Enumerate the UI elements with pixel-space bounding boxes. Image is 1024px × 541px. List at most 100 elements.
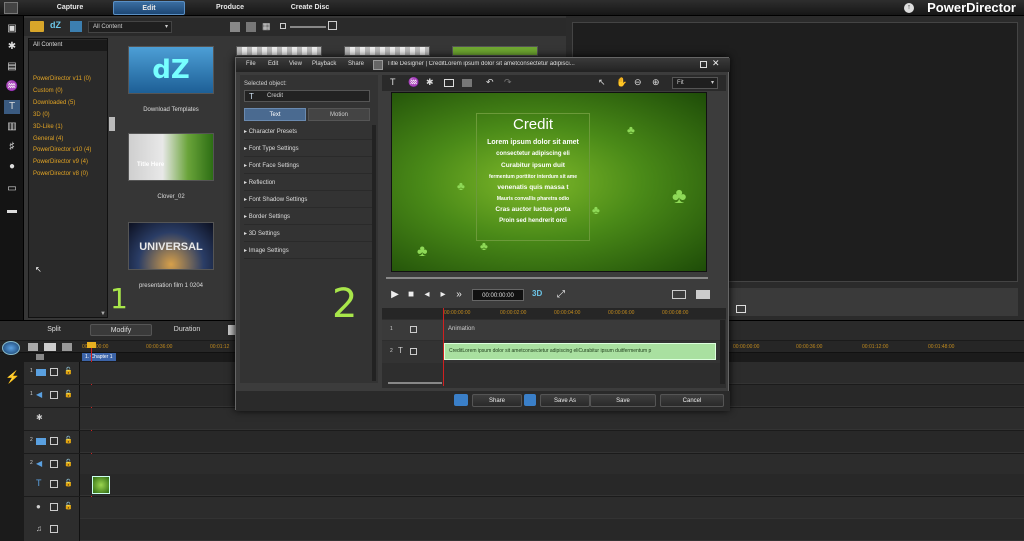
template-thumb-directorzone[interactable]: dZ <box>128 46 214 94</box>
tree-item[interactable]: 3D-Like (1) <box>33 124 63 130</box>
next-frame-icon[interactable]: ▸ <box>436 288 450 302</box>
section-character-presets[interactable]: ▸ Character Presets <box>244 124 374 140</box>
tab-motion[interactable]: Motion <box>308 108 370 121</box>
cancel-button[interactable]: Cancel <box>660 394 724 407</box>
tree-item[interactable]: PowerDirector v11 (0) <box>33 76 91 82</box>
split-button[interactable]: Split <box>36 324 72 336</box>
duration-button[interactable]: Duration <box>164 324 210 336</box>
tree-item[interactable]: PowerDirector v9 (4) <box>33 159 88 165</box>
directorzone-icon[interactable]: dZ <box>50 20 61 30</box>
insert-effect-icon[interactable]: ✱ <box>426 77 434 88</box>
tree-item[interactable]: Custom (0) <box>33 88 63 94</box>
subtitle-room-icon[interactable]: ▬ <box>4 204 20 218</box>
tag-icon[interactable] <box>246 22 256 32</box>
template-thumb-blank-1[interactable] <box>236 46 322 56</box>
tree-item[interactable]: General (4) <box>33 136 63 142</box>
title-preview-canvas[interactable]: ♣ ♣ ♣ ♣ ♣ ♣ Credit Lorem ipsum dolor sit… <box>391 92 707 272</box>
tab-edit[interactable]: Edit <box>113 1 185 15</box>
title-room-icon[interactable]: T <box>4 100 20 114</box>
designer-ruler[interactable]: 00:00:00:00 00:00:02:00 00:00:04:00 00:0… <box>382 308 726 319</box>
audio-mixing-icon[interactable]: ♯ <box>4 140 20 154</box>
properties-scrollbar[interactable] <box>372 125 376 381</box>
menu-view[interactable]: View <box>289 61 302 67</box>
section-3d[interactable]: ▸ 3D Settings <box>244 226 374 242</box>
fit-timeline-icon[interactable] <box>62 343 72 351</box>
track-enable-checkbox[interactable] <box>410 348 417 355</box>
voice-over-icon[interactable]: ● <box>4 160 20 174</box>
snapshot-icon[interactable] <box>736 305 746 313</box>
track-lock-icon[interactable]: 🔓 <box>64 459 73 467</box>
tree-header[interactable]: All Content <box>29 40 107 51</box>
scroll-down-icon[interactable]: ▼ <box>100 311 106 317</box>
insert-image-icon[interactable] <box>444 79 454 87</box>
save-button[interactable]: Save <box>590 394 656 407</box>
transition-room-icon[interactable]: ▥ <box>4 120 20 134</box>
tree-item[interactable]: PowerDirector v10 (4) <box>33 147 91 153</box>
fast-forward-icon[interactable]: » <box>452 288 466 302</box>
playhead-handle[interactable] <box>87 342 96 348</box>
close-icon[interactable]: ✕ <box>712 58 720 69</box>
template-thumb-green[interactable] <box>452 46 538 56</box>
playback-slider[interactable] <box>386 277 708 279</box>
title-text-box[interactable]: Credit Lorem ipsum dolor sit amet consec… <box>476 113 590 241</box>
stop-icon[interactable]: ■ <box>404 288 418 302</box>
timeline-mode-icon[interactable] <box>2 341 20 355</box>
safe-zone-icon[interactable] <box>672 290 686 299</box>
zoom-in-icon[interactable]: ⊕ <box>652 77 660 88</box>
modify-button[interactable]: Modify <box>90 324 152 336</box>
undo-icon[interactable]: ↶ <box>486 77 494 88</box>
grid-view-icon[interactable]: ▦ <box>262 21 272 31</box>
track-lock-icon[interactable]: 🔓 <box>64 502 73 510</box>
tab-produce[interactable]: Produce <box>200 1 260 15</box>
maximize-icon[interactable] <box>700 61 707 68</box>
insert-particle-icon[interactable]: ♒ <box>408 77 419 88</box>
media-room-icon[interactable]: ▣ <box>4 22 20 36</box>
content-filter-dropdown[interactable]: All Content ▾ <box>88 21 172 33</box>
tab-text[interactable]: Text <box>244 108 306 121</box>
tree-item[interactable]: Downloaded (5) <box>33 100 75 106</box>
menu-playback[interactable]: Playback <box>312 61 336 67</box>
previous-frame-icon[interactable]: ◂ <box>420 288 434 302</box>
track-enable-checkbox[interactable] <box>50 480 58 488</box>
save-as-button[interactable]: Save As <box>540 394 590 407</box>
section-font-type[interactable]: ▸ Font Type Settings <box>244 141 374 157</box>
upgrade-icon[interactable]: ↑ <box>904 3 914 13</box>
pip-room-icon[interactable]: ▤ <box>4 60 20 74</box>
title-object-clip[interactable]: CreditLorem ipsum dolor sit ametconsecte… <box>444 343 716 360</box>
play-icon[interactable]: ▶ <box>388 288 402 302</box>
select-arrow-icon[interactable]: ↖ <box>598 77 606 88</box>
template-thumb-universal[interactable]: UNIVERSAL <box>128 222 214 270</box>
template-thumb-clover[interactable]: Title Here <box>128 133 214 181</box>
import-folder-icon[interactable] <box>30 21 44 32</box>
track-lock-icon[interactable]: 🔓 <box>64 390 73 398</box>
3d-mode-toggle[interactable]: 3D <box>532 289 542 298</box>
share-button[interactable]: Share <box>472 394 522 407</box>
section-border[interactable]: ▸ Border Settings <box>244 209 374 225</box>
section-font-shadow[interactable]: ▸ Font Shadow Settings <box>244 192 374 208</box>
chapter-room-icon[interactable]: ▭ <box>4 182 20 196</box>
track-lock-icon[interactable]: 🔓 <box>64 436 73 444</box>
insert-text-icon[interactable]: T <box>390 77 396 87</box>
track-lock-icon[interactable]: 🔓 <box>64 479 73 487</box>
track-enable-checkbox[interactable] <box>50 525 58 533</box>
menu-share[interactable]: Share <box>348 61 364 67</box>
sort-icon[interactable] <box>230 22 240 32</box>
designer-scrollbar[interactable] <box>720 320 725 384</box>
section-font-face[interactable]: ▸ Font Face Settings <box>244 158 374 174</box>
track-enable-checkbox[interactable] <box>50 437 58 445</box>
section-reflection[interactable]: ▸ Reflection <box>244 175 374 191</box>
fx-room-icon[interactable]: ✱ <box>4 40 20 54</box>
track-enable-checkbox[interactable] <box>50 460 58 468</box>
storyboard-icon[interactable] <box>44 343 56 351</box>
thumb-size-small-icon[interactable] <box>280 23 286 29</box>
selected-object-field[interactable]: T Credit <box>244 90 370 102</box>
designer-playhead[interactable] <box>443 308 444 386</box>
fullscreen-icon[interactable]: ⤢ <box>554 288 568 302</box>
chapter-marker[interactable]: 1. Chapter 1 <box>82 353 116 361</box>
insert-background-icon[interactable] <box>462 79 472 87</box>
magic-tool-icon[interactable]: ⚡ <box>5 370 20 384</box>
menu-file[interactable]: File <box>246 61 256 67</box>
thumb-size-large-icon[interactable] <box>328 21 337 30</box>
tree-item[interactable]: 3D (0) <box>33 112 50 118</box>
zoom-dropdown[interactable]: Fit ▾ <box>672 77 718 89</box>
